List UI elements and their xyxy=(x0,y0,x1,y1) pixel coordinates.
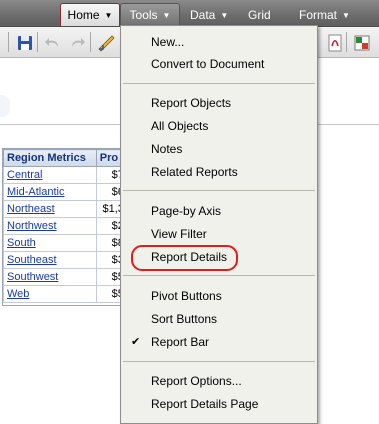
menu-format[interactable]: Format ▼ xyxy=(299,4,350,26)
toolbar-separator xyxy=(8,32,9,52)
menu-item-sort-buttons[interactable]: Sort Buttons xyxy=(151,309,217,329)
menu-item-convert-to-document[interactable]: Convert to Document xyxy=(151,54,264,74)
region-link[interactable]: South xyxy=(3,234,97,252)
toolbar-separator xyxy=(90,32,91,52)
menu-grid[interactable]: Grid xyxy=(248,4,271,26)
toolbar-separator xyxy=(346,32,347,52)
menu-item-new[interactable]: New... xyxy=(151,32,184,52)
redo-icon[interactable] xyxy=(66,32,88,54)
chevron-down-icon: ▼ xyxy=(162,11,171,20)
menu-separator xyxy=(123,190,315,191)
excel-export-icon[interactable] xyxy=(351,32,373,54)
undo-icon[interactable] xyxy=(42,32,64,54)
pdf-export-icon[interactable] xyxy=(324,32,346,54)
region-link[interactable]: Mid-Atlantic xyxy=(3,183,97,201)
table-row: South $80 xyxy=(3,234,134,252)
toolbar-separator xyxy=(37,32,38,52)
menu-item-report-details-page[interactable]: Report Details Page xyxy=(151,394,258,414)
menu-item-all-objects[interactable]: All Objects xyxy=(151,116,208,136)
menu-tools[interactable]: Tools ▼ xyxy=(120,3,180,26)
menu-separator xyxy=(123,361,315,362)
region-link[interactable]: Southeast xyxy=(3,251,97,269)
menu-format-label: Format xyxy=(299,8,338,22)
menu-home-label: Home xyxy=(67,8,100,22)
menu-tools-label: Tools xyxy=(129,8,158,22)
column-header-region-metrics[interactable]: Region Metrics xyxy=(3,149,97,167)
table-row: Central $76 xyxy=(3,166,134,184)
ruler-icon[interactable] xyxy=(95,32,117,54)
region-link[interactable]: Web xyxy=(3,285,97,303)
chevron-down-icon: ▼ xyxy=(342,11,350,20)
menu-grid-label: Grid xyxy=(248,8,271,22)
menu-item-pivot-buttons[interactable]: Pivot Buttons xyxy=(151,286,222,306)
tools-dropdown-menu: New... Convert to Document Report Object… xyxy=(120,25,318,424)
save-icon[interactable] xyxy=(14,32,36,54)
menu-separator xyxy=(123,83,315,84)
menu-item-page-by-axis[interactable]: Page-by Axis xyxy=(151,201,221,221)
menu-data-label: Data xyxy=(190,8,216,22)
menu-item-notes[interactable]: Notes xyxy=(151,139,182,159)
menu-item-report-bar[interactable]: Report Bar xyxy=(131,332,209,352)
region-link[interactable]: Northeast xyxy=(3,200,97,218)
menu-item-related-reports[interactable]: Related Reports xyxy=(151,162,238,182)
region-link[interactable]: Northwest xyxy=(3,217,97,235)
main-menubar: Home ▼ Tools ▼ Data ▼ Grid Format ▼ xyxy=(0,0,379,27)
report-table: Region Metrics Pro Central $76 Mid-Atlan… xyxy=(3,149,134,303)
region-link[interactable]: Southwest xyxy=(3,268,97,286)
table-row: Mid-Atlantic $67 xyxy=(3,183,134,201)
region-link[interactable]: Central xyxy=(3,166,97,184)
highlight-circle xyxy=(131,245,238,271)
table-header-row: Region Metrics Pro xyxy=(3,149,134,167)
menu-separator xyxy=(123,275,315,276)
chevron-down-icon: ▼ xyxy=(220,11,229,20)
menu-item-report-objects[interactable]: Report Objects xyxy=(151,93,231,113)
menu-home[interactable]: Home ▼ xyxy=(60,3,120,26)
table-row: Southwest $56 xyxy=(3,268,134,286)
table-row: Web $58 xyxy=(3,285,134,303)
menu-item-view-filter[interactable]: View Filter xyxy=(151,224,207,244)
decorative-shape xyxy=(0,95,10,117)
menu-data[interactable]: Data ▼ xyxy=(190,4,228,26)
report-grid: Region Metrics Pro Central $76 Mid-Atlan… xyxy=(2,148,134,306)
table-row: Northeast $1,30 xyxy=(3,200,134,218)
table-row: Southeast $33 xyxy=(3,251,134,269)
table-row: Northwest $26 xyxy=(3,217,134,235)
chevron-down-icon: ▼ xyxy=(104,11,113,20)
menu-item-report-options[interactable]: Report Options... xyxy=(151,371,242,391)
